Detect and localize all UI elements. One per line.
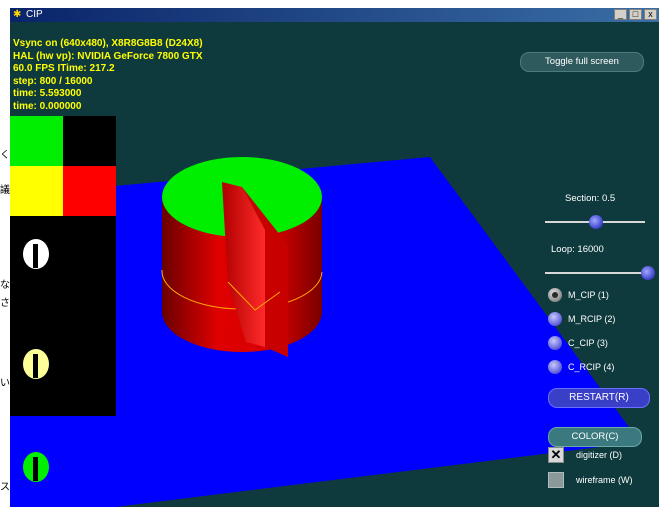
- outside-char-1: く: [0, 150, 10, 161]
- window-title: CIP: [26, 9, 43, 20]
- radio-m-rcip[interactable]: [548, 312, 562, 326]
- mini-cylinder-icons: [23, 239, 49, 482]
- section-slider-thumb[interactable]: [589, 215, 603, 229]
- stats-line-3: 60.0 FPS ITime: 217.2: [13, 63, 115, 74]
- swatch-green: [10, 116, 63, 166]
- restart-button[interactable]: RESTART(R): [548, 388, 650, 408]
- swatch-black: [63, 116, 116, 166]
- outside-char-3: な: [0, 280, 10, 291]
- toggle-fullscreen-button[interactable]: Toggle full screen: [520, 52, 644, 72]
- title-bar[interactable]: ✱ CIP _ □ x: [10, 8, 659, 22]
- radio-c-cip[interactable]: [548, 336, 562, 350]
- loop-slider[interactable]: [545, 266, 655, 280]
- digitizer-checkbox[interactable]: ✕: [548, 447, 564, 463]
- stats-line-2: HAL (hw vp): NVIDIA GeForce 7800 GTX: [13, 50, 203, 62]
- mini-cylinder-white: [23, 239, 49, 269]
- stats-line-5: time: 5.593000: [13, 88, 82, 99]
- swatch-yellow: [10, 166, 63, 216]
- app-window: ✱ CIP _ □ x Vsync on (640x480), X8R8G8B8…: [10, 8, 659, 507]
- swatch-red: [63, 166, 116, 216]
- mini-cylinder-yellow: [23, 349, 49, 379]
- outside-char-5: い: [0, 378, 10, 389]
- close-button[interactable]: x: [644, 9, 657, 20]
- radio-c-rcip[interactable]: [548, 360, 562, 374]
- section-slider[interactable]: [545, 215, 645, 229]
- radio-m-rcip-label: M_RCIP (2): [568, 314, 616, 324]
- stats-line-6: time: 0.000000: [13, 100, 82, 112]
- outside-char-2: 議: [0, 185, 10, 196]
- render-viewport[interactable]: Vsync on (640x480), X8R8G8B8 (D24X8) HAL…: [10, 22, 659, 507]
- digitizer-label: digitizer (D): [576, 450, 623, 460]
- wireframe-checkbox[interactable]: [548, 472, 564, 488]
- stats-overlay: Vsync on (640x480), X8R8G8B8 (D24X8) HAL…: [13, 38, 203, 113]
- app-icon: ✱: [13, 9, 22, 20]
- stats-line-4: step: 800 / 16000: [13, 75, 93, 87]
- outside-char-6: ス: [0, 482, 10, 493]
- wireframe-label: wireframe (W): [576, 475, 633, 485]
- loop-slider-thumb[interactable]: [641, 266, 655, 280]
- radio-c-cip-label: C_CIP (3): [568, 338, 608, 348]
- loop-label: Loop: 16000: [551, 244, 604, 255]
- maximize-button[interactable]: □: [629, 9, 642, 20]
- outside-char-4: さ: [0, 298, 10, 309]
- section-label: Section: 0.5: [565, 193, 616, 204]
- left-preview-strip: [10, 116, 116, 507]
- mini-cylinder-green: [23, 452, 49, 482]
- radio-m-cip-label: M_CIP (1): [568, 290, 609, 300]
- window-buttons: _ □ x: [614, 9, 657, 20]
- radio-m-cip[interactable]: [548, 288, 562, 302]
- stats-line-1: Vsync on (640x480), X8R8G8B8 (D24X8): [13, 38, 203, 49]
- minimize-button[interactable]: _: [614, 9, 627, 20]
- color-button[interactable]: COLOR(C): [548, 427, 642, 447]
- radio-c-rcip-label: C_RCIP (4): [568, 362, 615, 372]
